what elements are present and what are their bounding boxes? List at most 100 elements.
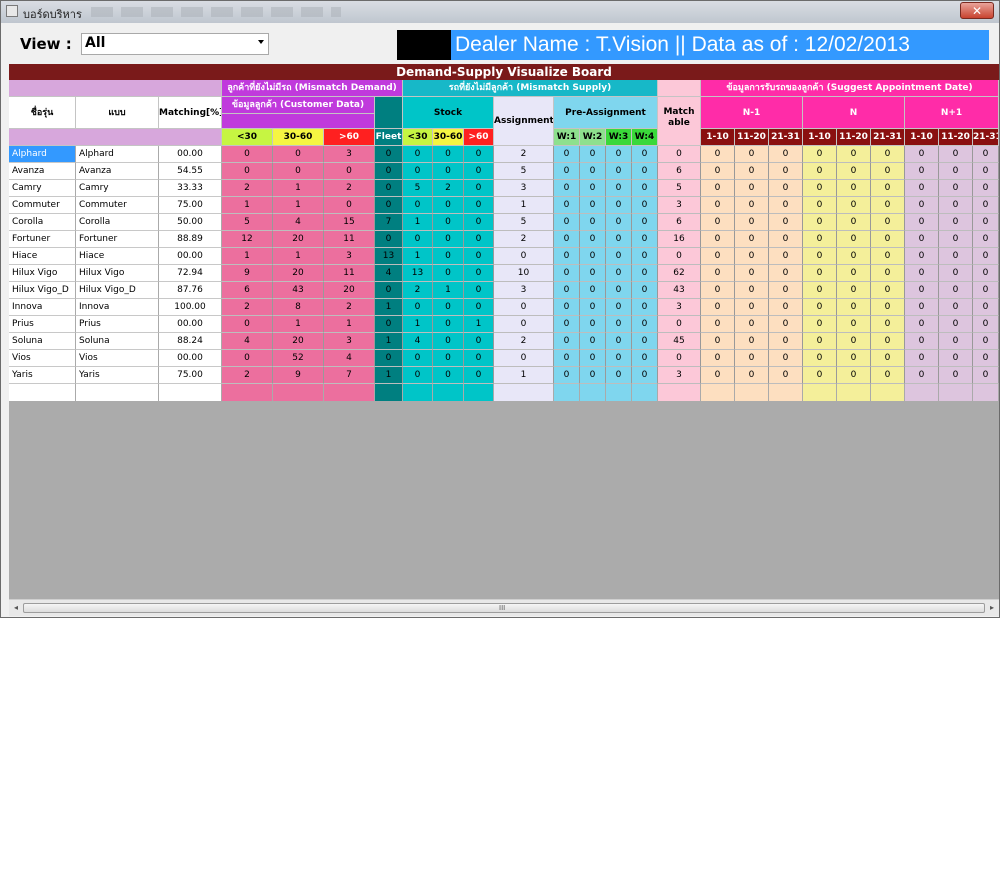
row-value-cell[interactable]: 0 bbox=[375, 350, 403, 367]
row-value-cell[interactable]: 0 bbox=[554, 316, 580, 333]
row-value-cell[interactable]: 0 bbox=[580, 282, 606, 299]
row-value-cell[interactable]: 16 bbox=[658, 231, 701, 248]
row-value-cell[interactable]: 0 bbox=[769, 367, 803, 384]
row-value-cell[interactable]: 0 bbox=[464, 163, 494, 180]
row-value-cell[interactable]: 0 bbox=[769, 265, 803, 282]
row-value-cell[interactable]: 0 bbox=[273, 163, 324, 180]
row-value-cell[interactable]: 0 bbox=[658, 350, 701, 367]
row-value-cell[interactable]: 2 bbox=[494, 333, 554, 350]
row-model-cell[interactable]: Corolla bbox=[76, 214, 159, 231]
row-value-cell[interactable]: 0 bbox=[554, 333, 580, 350]
row-value-cell[interactable]: 2 bbox=[494, 146, 554, 163]
row-value-cell[interactable]: 0 bbox=[871, 299, 905, 316]
row-value-cell[interactable]: 0 bbox=[464, 350, 494, 367]
row-model-cell[interactable]: Yaris bbox=[76, 367, 159, 384]
row-model-cell[interactable]: Hilux Vigo_D bbox=[76, 282, 159, 299]
row-value-cell[interactable]: 0 bbox=[580, 163, 606, 180]
row-value-cell[interactable]: 0 bbox=[580, 265, 606, 282]
row-value-cell[interactable]: 0 bbox=[939, 214, 973, 231]
row-code-cell[interactable]: Hilux Vigo bbox=[9, 265, 76, 282]
row-value-cell[interactable]: 0 bbox=[803, 146, 837, 163]
row-value-cell[interactable]: 0 bbox=[735, 180, 769, 197]
row-value-cell[interactable]: 0 bbox=[632, 265, 658, 282]
row-value-cell[interactable]: 0 bbox=[464, 197, 494, 214]
horizontal-scrollbar[interactable]: ◂ III ▸ bbox=[9, 599, 999, 616]
row-value-cell[interactable]: 3 bbox=[658, 367, 701, 384]
row-value-cell[interactable]: 0 bbox=[769, 350, 803, 367]
row-model-cell[interactable]: Hiace bbox=[76, 248, 159, 265]
row-value-cell[interactable]: 12 bbox=[222, 231, 273, 248]
scroll-left-icon[interactable]: ◂ bbox=[11, 603, 21, 613]
row-code-cell[interactable]: Yaris bbox=[9, 367, 76, 384]
row-value-cell[interactable]: 0 bbox=[375, 163, 403, 180]
row-value-cell[interactable]: 0 bbox=[494, 316, 554, 333]
row-value-cell[interactable]: 0 bbox=[871, 265, 905, 282]
blank-row-cell[interactable] bbox=[433, 384, 464, 401]
row-value-cell[interactable]: 0 bbox=[837, 146, 871, 163]
row-model-cell[interactable]: Camry bbox=[76, 180, 159, 197]
row-value-cell[interactable]: 2 bbox=[222, 180, 273, 197]
row-value-cell[interactable]: 0 bbox=[871, 146, 905, 163]
row-value-cell[interactable]: 1 bbox=[273, 248, 324, 265]
row-value-cell[interactable]: 8 bbox=[273, 299, 324, 316]
row-value-cell[interactable]: 0 bbox=[905, 248, 939, 265]
row-value-cell[interactable]: 0 bbox=[871, 248, 905, 265]
row-model-cell[interactable]: Alphard bbox=[76, 146, 159, 163]
row-matching-cell[interactable]: 75.00 bbox=[159, 197, 222, 214]
row-value-cell[interactable]: 0 bbox=[837, 197, 871, 214]
row-value-cell[interactable]: 0 bbox=[606, 163, 632, 180]
row-value-cell[interactable]: 0 bbox=[632, 146, 658, 163]
row-value-cell[interactable]: 0 bbox=[632, 282, 658, 299]
blank-row-cell[interactable] bbox=[803, 384, 837, 401]
row-value-cell[interactable]: 0 bbox=[939, 146, 973, 163]
blank-row-cell[interactable] bbox=[580, 384, 606, 401]
row-value-cell[interactable]: 13 bbox=[375, 248, 403, 265]
row-value-cell[interactable]: 0 bbox=[837, 299, 871, 316]
row-value-cell[interactable]: 0 bbox=[803, 180, 837, 197]
row-value-cell[interactable]: 0 bbox=[222, 146, 273, 163]
row-value-cell[interactable]: 0 bbox=[735, 146, 769, 163]
row-value-cell[interactable]: 0 bbox=[701, 299, 735, 316]
row-value-cell[interactable]: 0 bbox=[701, 316, 735, 333]
row-model-cell[interactable]: Prius bbox=[76, 316, 159, 333]
row-value-cell[interactable]: 0 bbox=[701, 282, 735, 299]
row-value-cell[interactable]: 0 bbox=[403, 146, 433, 163]
row-value-cell[interactable]: 0 bbox=[905, 265, 939, 282]
row-value-cell[interactable]: 0 bbox=[554, 299, 580, 316]
row-value-cell[interactable]: 0 bbox=[871, 231, 905, 248]
row-value-cell[interactable]: 0 bbox=[973, 231, 999, 248]
row-matching-cell[interactable]: 00.00 bbox=[159, 146, 222, 163]
row-value-cell[interactable]: 0 bbox=[606, 146, 632, 163]
blank-row-cell[interactable] bbox=[658, 384, 701, 401]
row-value-cell[interactable]: 0 bbox=[580, 146, 606, 163]
row-code-cell[interactable]: Vios bbox=[9, 350, 76, 367]
row-value-cell[interactable]: 0 bbox=[905, 299, 939, 316]
board-grid[interactable]: Demand-Supply Visualize Board ลูกค้าที่ย… bbox=[9, 64, 999, 599]
row-value-cell[interactable]: 0 bbox=[905, 214, 939, 231]
row-value-cell[interactable]: 0 bbox=[803, 265, 837, 282]
row-value-cell[interactable]: 0 bbox=[803, 214, 837, 231]
row-value-cell[interactable]: 9 bbox=[273, 367, 324, 384]
row-code-cell[interactable]: Alphard bbox=[9, 146, 76, 163]
row-value-cell[interactable]: 0 bbox=[632, 367, 658, 384]
row-value-cell[interactable]: 0 bbox=[580, 333, 606, 350]
row-value-cell[interactable]: 0 bbox=[871, 316, 905, 333]
row-matching-cell[interactable]: 87.76 bbox=[159, 282, 222, 299]
row-value-cell[interactable]: 0 bbox=[803, 248, 837, 265]
blank-row-cell[interactable] bbox=[701, 384, 735, 401]
blank-row-cell[interactable] bbox=[273, 384, 324, 401]
row-value-cell[interactable]: 0 bbox=[403, 299, 433, 316]
row-value-cell[interactable]: 10 bbox=[494, 265, 554, 282]
row-value-cell[interactable]: 0 bbox=[375, 197, 403, 214]
row-value-cell[interactable]: 0 bbox=[973, 282, 999, 299]
row-value-cell[interactable]: 0 bbox=[701, 180, 735, 197]
row-value-cell[interactable]: 0 bbox=[554, 367, 580, 384]
blank-row-cell[interactable] bbox=[606, 384, 632, 401]
blank-row-cell[interactable] bbox=[9, 384, 76, 401]
view-dropdown[interactable]: All bbox=[81, 33, 269, 55]
row-value-cell[interactable]: 0 bbox=[464, 146, 494, 163]
blank-row-cell[interactable] bbox=[222, 384, 273, 401]
row-value-cell[interactable]: 0 bbox=[658, 146, 701, 163]
row-value-cell[interactable]: 0 bbox=[222, 350, 273, 367]
row-value-cell[interactable]: 0 bbox=[837, 248, 871, 265]
